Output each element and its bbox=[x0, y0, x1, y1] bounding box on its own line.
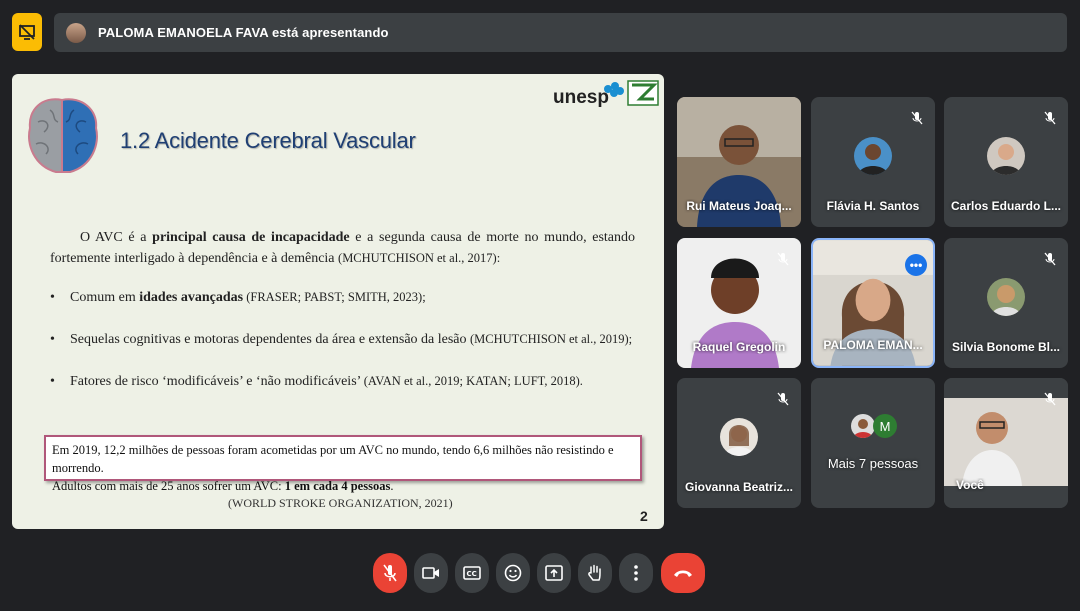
bullet-item: • Sequelas cognitivas e motoras dependent… bbox=[50, 332, 633, 347]
bullet-item: • Fatores de risco ‘modificáveis’ e ‘não … bbox=[50, 374, 583, 389]
participant-name: Raquel Gregolin bbox=[692, 340, 786, 354]
reactions-button[interactable] bbox=[496, 553, 530, 593]
participant-name: Você bbox=[956, 478, 984, 492]
participant-tile[interactable]: Silvia Bonome Bl... bbox=[944, 238, 1068, 368]
slide-page-number: 2 bbox=[640, 508, 648, 524]
presentation-off-icon bbox=[19, 24, 35, 40]
participant-initial-badge: M bbox=[873, 414, 897, 438]
participant-tile[interactable]: Raquel Gregolin bbox=[677, 238, 801, 368]
participant-tile-speaking[interactable]: ••• PALOMA EMAN... bbox=[811, 238, 935, 368]
camera-toggle-button[interactable] bbox=[414, 553, 448, 593]
participant-name: Carlos Eduardo L... bbox=[950, 199, 1061, 213]
mic-off-icon bbox=[383, 564, 397, 582]
participant-avatar bbox=[720, 418, 758, 456]
presenter-avatar bbox=[66, 22, 86, 43]
more-participants-label: Mais 7 pessoas bbox=[827, 456, 919, 471]
mic-off-icon bbox=[1044, 111, 1056, 125]
presentation-toggle-button[interactable] bbox=[12, 13, 42, 51]
presenting-text: PALOMA EMANOELA FAVA está apresentando bbox=[98, 25, 389, 40]
mic-off-icon bbox=[777, 252, 789, 266]
university-logo-icon bbox=[604, 80, 659, 106]
more-vert-icon bbox=[634, 565, 638, 581]
more-participants-tile[interactable]: M Mais 7 pessoas bbox=[811, 378, 935, 508]
slide-title: 1.2 Acidente Cerebral Vascular bbox=[120, 128, 416, 153]
source-citation: (WORLD STROKE ORGANIZATION, 2021) bbox=[228, 496, 453, 510]
statistics-box: Em 2019, 12,2 milhões de pessoas foram a… bbox=[44, 435, 642, 493]
captions-button[interactable]: CC bbox=[455, 553, 489, 593]
mic-toggle-button[interactable] bbox=[373, 553, 407, 593]
brain-illustration bbox=[28, 98, 98, 173]
participant-tile[interactable]: Giovanna Beatriz... bbox=[677, 378, 801, 508]
participant-tile[interactable]: Flávia H. Santos bbox=[811, 97, 935, 227]
statistics-line: Em 2019, 12,2 milhões de pessoas foram a… bbox=[52, 443, 614, 475]
bullet-item: • Comum em idades avançadas (FRASER; PABS… bbox=[50, 290, 426, 305]
statistics-line: Adultos com mais de 25 anos sofrer um AV… bbox=[52, 479, 394, 493]
raise-hand-button[interactable] bbox=[578, 553, 612, 593]
participant-name: Flávia H. Santos bbox=[826, 199, 920, 213]
participant-name: Giovanna Beatriz... bbox=[684, 480, 794, 494]
svg-text:CC: CC bbox=[467, 570, 477, 578]
camera-icon bbox=[422, 567, 439, 579]
participant-name: Silvia Bonome Bl... bbox=[951, 340, 1061, 354]
end-call-icon bbox=[674, 570, 692, 577]
mic-off-icon bbox=[777, 392, 789, 406]
participant-avatar bbox=[851, 414, 875, 438]
mic-off-icon bbox=[911, 111, 923, 125]
participant-avatar bbox=[987, 278, 1025, 316]
more-options-button[interactable]: ••• bbox=[905, 254, 927, 276]
participant-tile[interactable]: Rui Mateus Joaq... bbox=[677, 97, 801, 227]
presenting-banner: PALOMA EMANOELA FAVA está apresentando bbox=[54, 13, 1067, 52]
mic-off-icon bbox=[1044, 392, 1056, 406]
more-options-button[interactable] bbox=[619, 553, 653, 593]
participant-avatar bbox=[854, 137, 892, 175]
hand-icon bbox=[588, 564, 601, 581]
participant-avatar bbox=[987, 137, 1025, 175]
participant-name: PALOMA EMAN... bbox=[823, 338, 923, 352]
participant-name: Rui Mateus Joaq... bbox=[686, 199, 792, 213]
present-now-button[interactable] bbox=[537, 553, 571, 593]
participant-tile[interactable]: Carlos Eduardo L... bbox=[944, 97, 1068, 227]
mic-off-icon bbox=[1044, 252, 1056, 266]
presentation-slide: 1.2 Acidente Cerebral Vascular unesp O A… bbox=[12, 74, 664, 529]
present-screen-icon bbox=[545, 565, 563, 581]
leave-call-button[interactable] bbox=[661, 553, 705, 593]
captions-icon: CC bbox=[463, 566, 481, 580]
emoji-icon bbox=[504, 564, 522, 582]
self-view-tile[interactable]: Você bbox=[944, 378, 1068, 508]
intro-paragraph: O AVC é a principal causa de incapacidad… bbox=[50, 230, 635, 266]
